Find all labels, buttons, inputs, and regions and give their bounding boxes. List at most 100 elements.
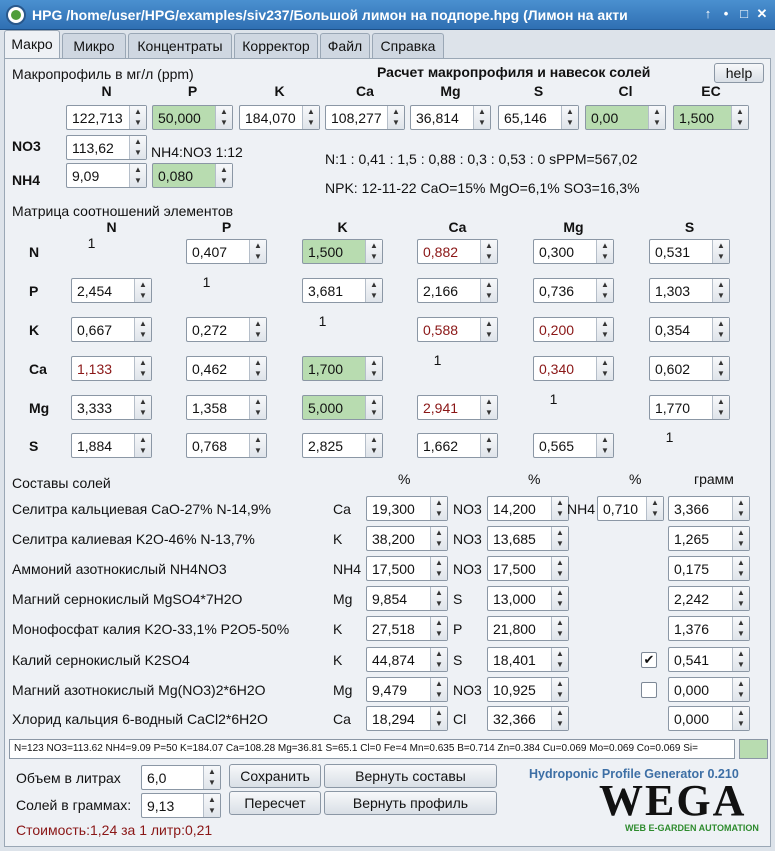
spin-down-icon[interactable]: ▼ — [736, 598, 746, 609]
spin-up-icon[interactable]: ▲ — [133, 136, 143, 147]
tab-help[interactable]: Справка — [372, 33, 444, 59]
spin-arrows[interactable]: ▲ ▼ — [430, 497, 447, 520]
spin-arrows[interactable]: ▲ ▼ — [302, 106, 319, 129]
matrix-cell-K-Ca[interactable]: ▲▼ — [417, 317, 498, 342]
spin-down-icon[interactable]: ▼ — [369, 368, 379, 379]
salt-pct-2-input[interactable] — [488, 527, 550, 550]
spin-arrows[interactable]: ▲ ▼ — [551, 497, 568, 520]
spin-down-icon[interactable]: ▼ — [484, 407, 494, 418]
salt-fix-checkbox[interactable] — [641, 682, 657, 698]
spin-down-icon[interactable]: ▼ — [138, 290, 148, 301]
spin-arrows[interactable]: ▲ ▼ — [561, 106, 578, 129]
spin-up-icon[interactable]: ▲ — [369, 434, 379, 445]
salt-pct-3-input[interactable] — [598, 497, 645, 520]
matrix-cell-K-Mg-input[interactable] — [534, 318, 595, 341]
spin-down-icon[interactable]: ▼ — [369, 290, 379, 301]
matrix-cell-K-P-input[interactable] — [187, 318, 248, 341]
matrix-cell-P-N[interactable]: ▲▼ — [71, 278, 152, 303]
spin-down-icon[interactable]: ▼ — [306, 117, 316, 128]
spin-arrows[interactable]: ▲ ▼ — [430, 648, 447, 671]
matrix-cell-N-P-input[interactable] — [187, 240, 248, 263]
spin-up-icon[interactable]: ▲ — [716, 396, 726, 407]
matrix-cell-P-N-input[interactable] — [72, 279, 133, 302]
spin-up-icon[interactable]: ▲ — [565, 106, 575, 117]
spin-arrows[interactable]: ▲ ▼ — [430, 527, 447, 550]
no3-spin-input[interactable] — [67, 136, 128, 159]
spin-arrows[interactable]: ▲ ▼ — [596, 279, 613, 302]
spin-arrows[interactable]: ▲ ▼ — [648, 106, 665, 129]
matrix-cell-Mg-K[interactable]: ▲▼ — [302, 395, 383, 420]
salt-pct-1-input[interactable] — [367, 557, 429, 580]
spin-arrows[interactable]: ▲ ▼ — [731, 106, 748, 129]
restore-profile-button[interactable]: Вернуть профиль — [324, 791, 497, 815]
spin-up-icon[interactable]: ▲ — [555, 557, 565, 568]
spin-up-icon[interactable]: ▲ — [133, 164, 143, 175]
spin-up-icon[interactable]: ▲ — [434, 497, 444, 508]
matrix-cell-Mg-Ca[interactable]: ▲▼ — [417, 395, 498, 420]
spin-up-icon[interactable]: ▲ — [484, 318, 494, 329]
no3-spin[interactable]: ▲▼ — [66, 135, 147, 160]
macro-value-3-input[interactable] — [326, 106, 386, 129]
matrix-cell-N-Mg[interactable]: ▲▼ — [533, 239, 614, 264]
spin-down-icon[interactable]: ▼ — [716, 290, 726, 301]
spin-up-icon[interactable]: ▲ — [716, 279, 726, 290]
macro-value-0-input[interactable] — [67, 106, 128, 129]
spin-arrows[interactable]: ▲ ▼ — [646, 497, 663, 520]
salt-pct-1-input[interactable] — [367, 617, 429, 640]
spin-arrows[interactable]: ▲ ▼ — [134, 279, 151, 302]
spin-up-icon[interactable]: ▲ — [736, 678, 746, 689]
salt-pct-2[interactable]: ▲▼ — [487, 616, 569, 641]
spin-up-icon[interactable]: ▲ — [434, 557, 444, 568]
spin-arrows[interactable]: ▲ ▼ — [712, 357, 729, 380]
spin-up-icon[interactable]: ▲ — [736, 648, 746, 659]
macro-value-5[interactable]: ▲▼ — [498, 105, 579, 130]
matrix-cell-P-Ca[interactable]: ▲▼ — [417, 278, 498, 303]
spin-up-icon[interactable]: ▲ — [555, 678, 565, 689]
salt-grams-input[interactable] — [669, 678, 731, 701]
spin-up-icon[interactable]: ▲ — [253, 318, 263, 329]
salt-pct-2-input[interactable] — [488, 497, 550, 520]
spin-up-icon[interactable]: ▲ — [736, 617, 746, 628]
spin-arrows[interactable]: ▲ ▼ — [712, 318, 729, 341]
spin-up-icon[interactable]: ▲ — [736, 527, 746, 538]
spin-down-icon[interactable]: ▼ — [736, 538, 746, 549]
spin-up-icon[interactable]: ▲ — [369, 240, 379, 251]
spin-up-icon[interactable]: ▲ — [555, 617, 565, 628]
salt-pct-2[interactable]: ▲▼ — [487, 556, 569, 581]
matrix-cell-Mg-N-input[interactable] — [72, 396, 133, 419]
matrix-cell-Mg-N[interactable]: ▲▼ — [71, 395, 152, 420]
spin-arrows[interactable]: ▲ ▼ — [249, 396, 266, 419]
spin-down-icon[interactable]: ▼ — [477, 117, 487, 128]
spin-arrows[interactable]: ▲ ▼ — [387, 106, 404, 129]
matrix-cell-Ca-N[interactable]: ▲▼ — [71, 356, 152, 381]
spin-up-icon[interactable]: ▲ — [253, 434, 263, 445]
spin-up-icon[interactable]: ▲ — [484, 279, 494, 290]
spin-arrows[interactable]: ▲ ▼ — [129, 164, 146, 187]
spin-arrows[interactable]: ▲ ▼ — [215, 106, 232, 129]
salt-pct-1[interactable]: ▲▼ — [366, 647, 448, 672]
spin-down-icon[interactable]: ▼ — [736, 508, 746, 519]
spin-down-icon[interactable]: ▼ — [434, 508, 444, 519]
matrix-cell-Ca-P[interactable]: ▲▼ — [186, 356, 267, 381]
spin-arrows[interactable]: ▲ ▼ — [365, 240, 382, 263]
matrix-cell-Ca-Mg[interactable]: ▲▼ — [533, 356, 614, 381]
spin-down-icon[interactable]: ▼ — [735, 117, 745, 128]
spin-up-icon[interactable]: ▲ — [484, 434, 494, 445]
spin-arrows[interactable]: ▲ ▼ — [732, 557, 749, 580]
spin-up-icon[interactable]: ▲ — [555, 648, 565, 659]
spin-up-icon[interactable]: ▲ — [484, 396, 494, 407]
spin-down-icon[interactable]: ▼ — [253, 407, 263, 418]
salt-pct-2[interactable]: ▲▼ — [487, 647, 569, 672]
matrix-cell-S-Mg-input[interactable] — [534, 434, 595, 457]
matrix-cell-Ca-K[interactable]: ▲▼ — [302, 356, 383, 381]
spin-down-icon[interactable]: ▼ — [600, 251, 610, 262]
spin-arrows[interactable]: ▲ ▼ — [134, 396, 151, 419]
spin-up-icon[interactable]: ▲ — [434, 678, 444, 689]
matrix-cell-S-K[interactable]: ▲▼ — [302, 433, 383, 458]
salt-pct-2-input[interactable] — [488, 707, 550, 730]
salt-grams-input[interactable] — [669, 707, 731, 730]
spin-arrows[interactable]: ▲ ▼ — [480, 240, 497, 263]
spin-up-icon[interactable]: ▲ — [138, 434, 148, 445]
salt-grams[interactable]: ▲▼ — [668, 526, 750, 551]
salt-grams[interactable]: ▲▼ — [668, 586, 750, 611]
